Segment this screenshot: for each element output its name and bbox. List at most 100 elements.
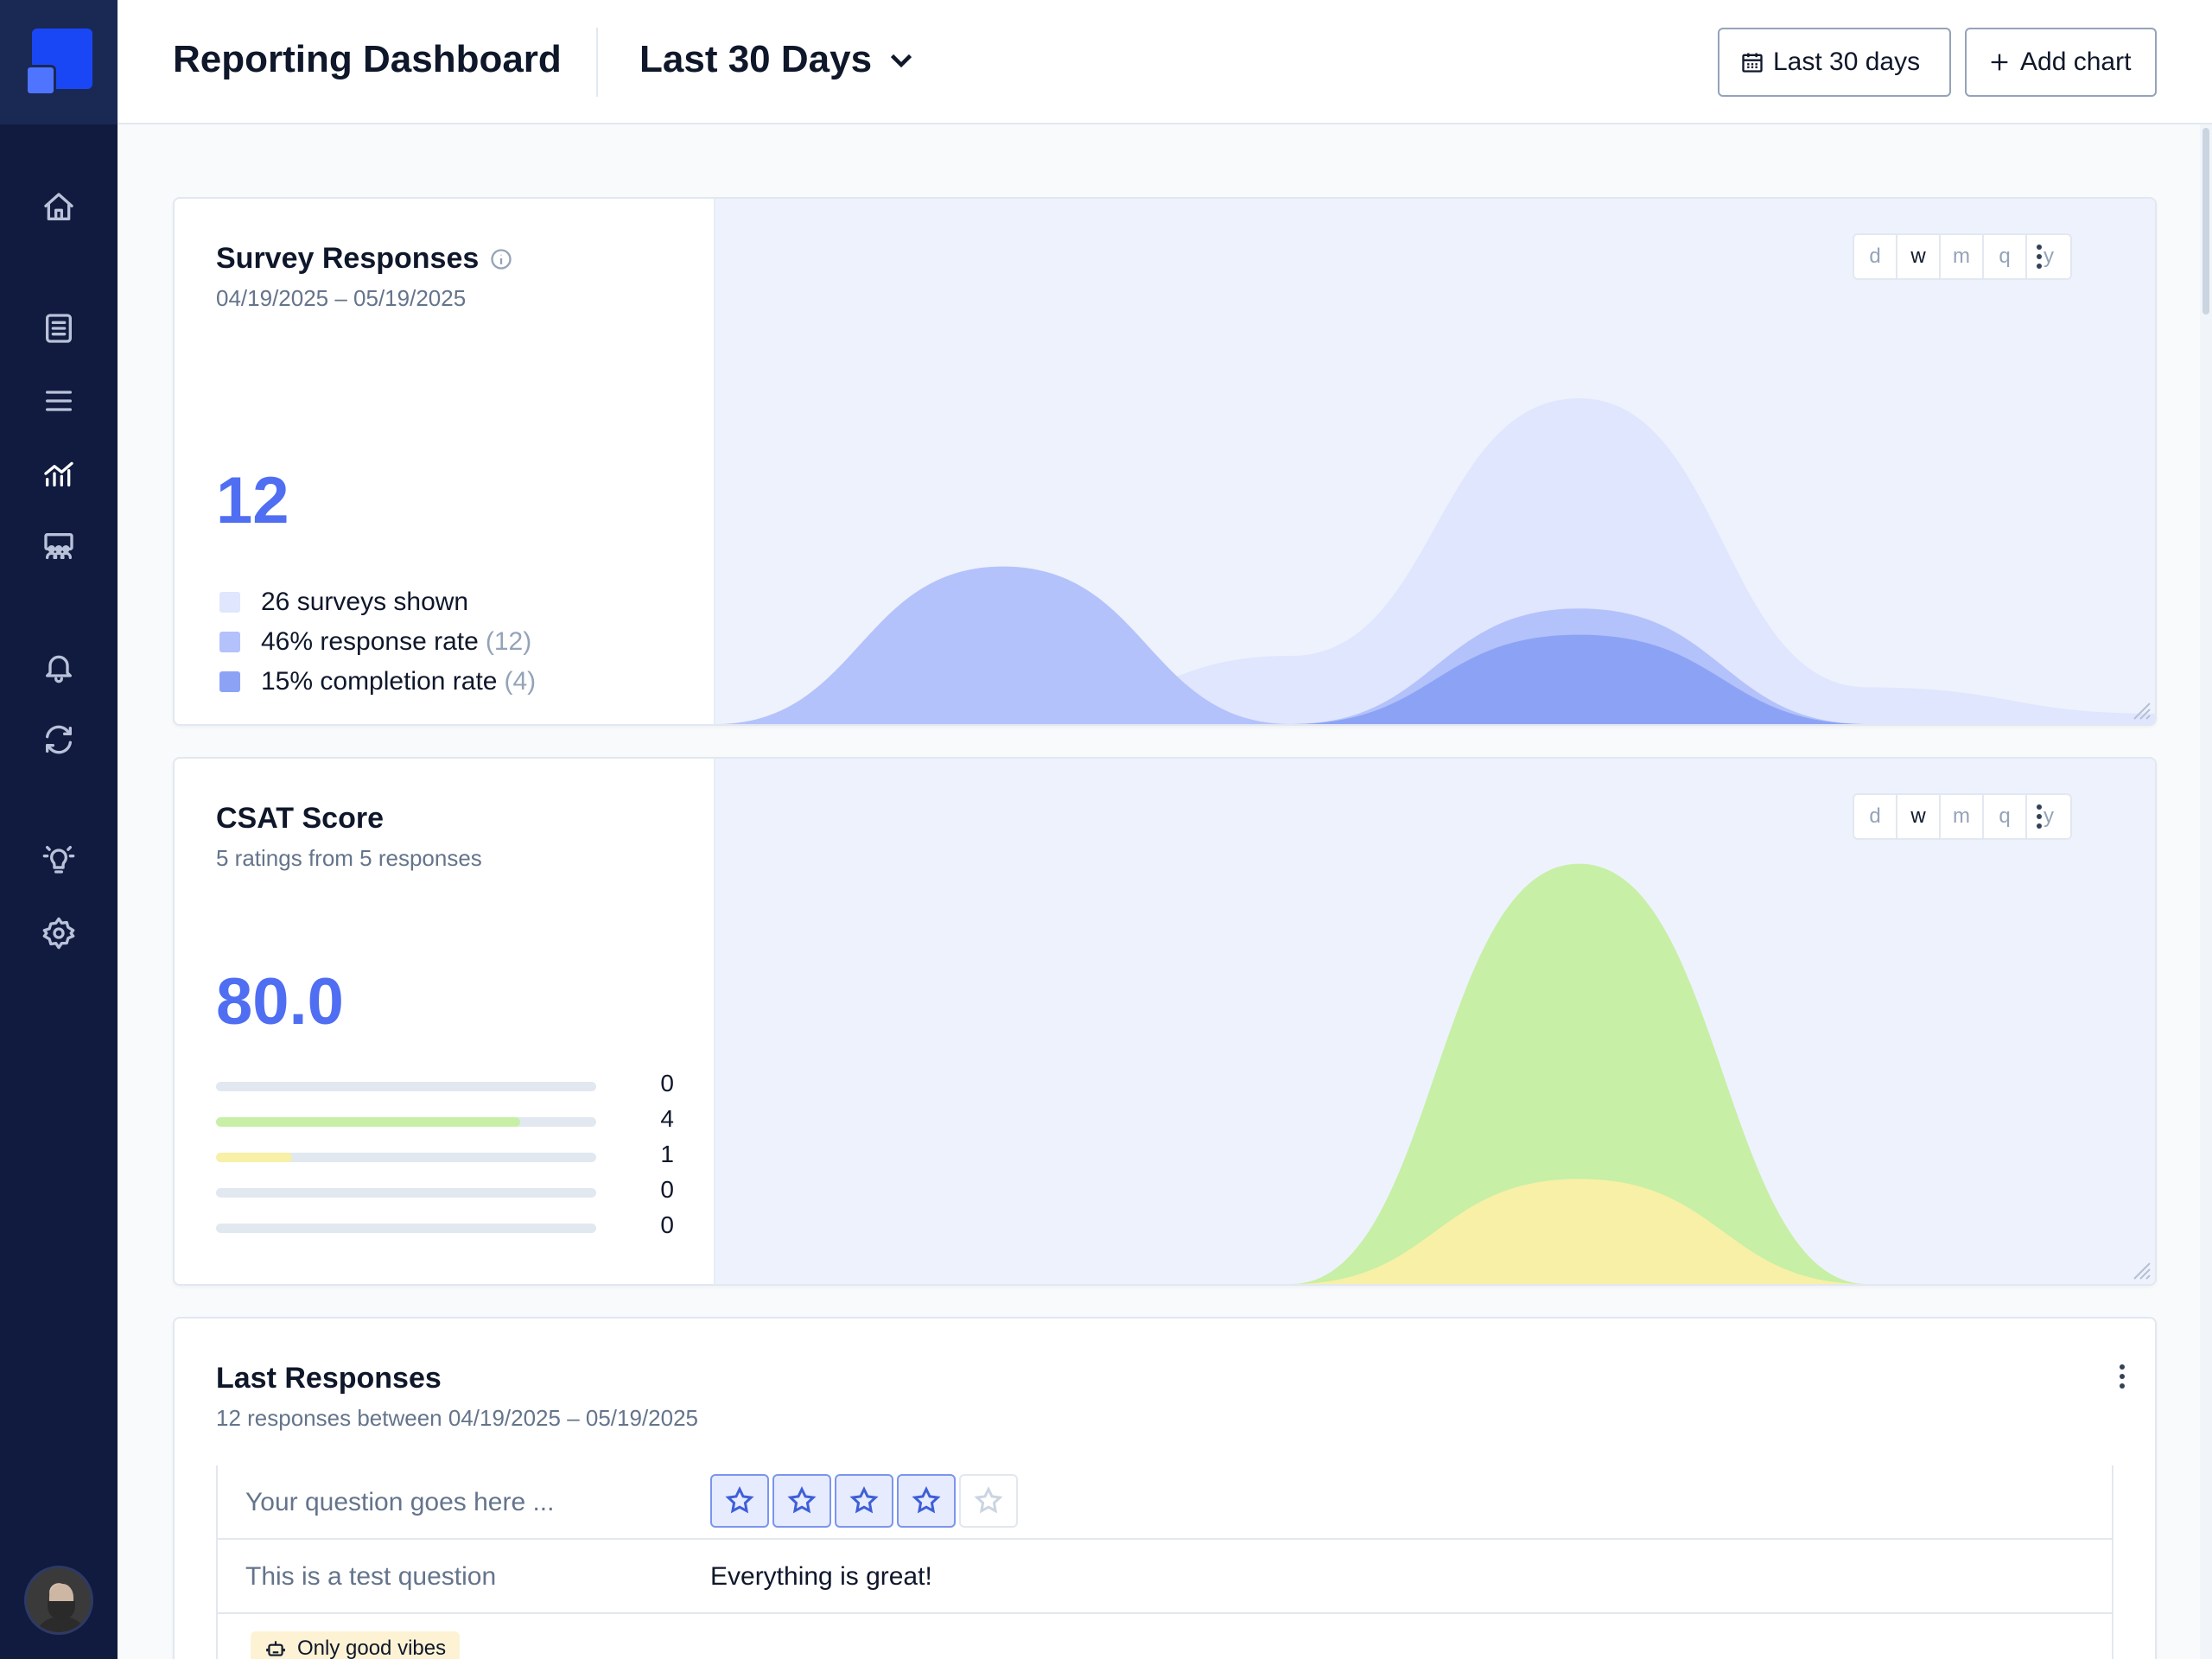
settings-icon[interactable] (38, 912, 79, 954)
date-range: 04/19/2025 – 05/19/2025 (216, 285, 467, 311)
rating-bar (216, 1082, 596, 1091)
legend-swatch (219, 592, 240, 613)
resize-handle-icon[interactable] (2129, 1258, 2152, 1281)
response-row[interactable]: Your question goes here ... (218, 1465, 2112, 1540)
card-title: Survey Responses (216, 242, 513, 276)
rating-count: 0 (660, 1211, 674, 1238)
star-icon (772, 1474, 831, 1528)
interval-m[interactable]: m (1941, 235, 1984, 278)
survey-chart: d w m q y (715, 199, 2155, 724)
page-scrollbar[interactable] (2200, 124, 2212, 1659)
legend-label: 46% response rate (261, 627, 479, 656)
interval-d[interactable]: d (1854, 235, 1897, 278)
period-dropdown[interactable]: Last 30 Days (639, 38, 917, 81)
star-icon (835, 1474, 893, 1528)
responses-table: Your question goes here ... This is a te… (216, 1465, 2113, 1659)
rating-row: 0 (216, 1176, 674, 1211)
response-answer: Everything is great! (710, 1562, 932, 1591)
survey-responses-card: Survey Responses 04/19/2025 – 05/19/2025… (173, 197, 2157, 726)
rating-count: 0 (660, 1070, 674, 1096)
tag-label: Only good vibes (297, 1637, 447, 1659)
survey-response-count: 12 (216, 464, 289, 537)
card-title: CSAT Score (216, 802, 384, 836)
star-icon (710, 1474, 769, 1528)
csat-summary: CSAT Score 5 ratings from 5 responses 80… (175, 759, 715, 1284)
sync-icon[interactable] (38, 719, 79, 760)
audience-icon[interactable] (38, 525, 79, 567)
response-row[interactable]: This is a test question Everything is gr… (218, 1540, 2112, 1614)
star-icon (959, 1474, 1018, 1528)
csat-card: CSAT Score 5 ratings from 5 responses 80… (173, 757, 2157, 1286)
responses-title: Last Responses (216, 1362, 442, 1395)
menu-icon[interactable] (38, 380, 79, 422)
rating-bar (216, 1153, 596, 1162)
rating-bar-fill (216, 1153, 292, 1162)
rating-row: 4 (216, 1105, 674, 1141)
bell-icon[interactable] (38, 646, 79, 688)
csat-title: CSAT Score (216, 802, 384, 835)
rating-row: 1 (216, 1141, 674, 1176)
legend-label: 15% completion rate (261, 667, 498, 696)
last-responses-card: Last Responses 12 responses between 04/1… (173, 1317, 2157, 1659)
rating-count: 4 (660, 1105, 674, 1132)
response-tag[interactable]: Only good vibes (251, 1631, 461, 1659)
more-options-icon[interactable] (2022, 795, 2056, 838)
legend-count: (12) (485, 627, 532, 656)
user-avatar[interactable] (24, 1566, 93, 1635)
title-divider (596, 28, 598, 97)
plus-icon (1991, 54, 2008, 71)
date-range-label: Last 30 days (1773, 48, 1921, 76)
top-bar: Reporting Dashboard Last 30 Days Last 30… (118, 0, 2212, 124)
chevron-down-icon (890, 54, 912, 68)
survey-summary: Survey Responses 04/19/2025 – 05/19/2025… (175, 199, 715, 724)
date-range-button[interactable]: Last 30 days (1718, 28, 1951, 97)
page-title: Reporting Dashboard (173, 38, 562, 80)
interval-w[interactable]: w (1897, 795, 1941, 838)
add-chart-button[interactable]: Add chart (1965, 28, 2157, 97)
csat-subtitle: 5 ratings from 5 responses (216, 845, 482, 871)
interval-q[interactable]: q (1984, 795, 2027, 838)
surveys-icon[interactable] (38, 308, 79, 349)
interval-w[interactable]: w (1897, 235, 1941, 278)
analytics-icon[interactable] (38, 453, 79, 494)
rating-bar (216, 1188, 596, 1198)
legend-swatch (219, 632, 240, 652)
rating-row: 0 (216, 1211, 674, 1247)
home-icon[interactable] (38, 187, 79, 228)
legend-item: 26 surveys shown (219, 582, 536, 622)
legend-item: 46% response rate (12) (219, 622, 536, 662)
area-series-0 (715, 863, 2155, 1284)
interval-q[interactable]: q (1984, 235, 2027, 278)
sidebar (0, 0, 118, 1659)
add-chart-label: Add chart (2020, 48, 2132, 76)
brand-logo-icon (25, 29, 92, 96)
responses-subtitle: 12 responses between 04/19/2025 – 05/19/… (216, 1405, 699, 1431)
logo[interactable] (0, 0, 118, 124)
response-tags-row: Only good vibes (218, 1614, 2112, 1659)
more-options-icon[interactable] (2022, 235, 2056, 278)
robot-icon (266, 1641, 285, 1656)
rating-count: 0 (660, 1176, 674, 1203)
legend: 26 surveys shown 46% response rate (12) 1… (219, 582, 536, 702)
response-question: This is a test question (245, 1562, 497, 1591)
lightbulb-icon[interactable] (38, 838, 79, 880)
legend-item: 15% completion rate (4) (219, 662, 536, 702)
resize-handle-icon[interactable] (2129, 698, 2152, 721)
info-icon[interactable] (489, 247, 513, 271)
survey-title: Survey Responses (216, 242, 480, 275)
star-icon (897, 1474, 956, 1528)
rating-count: 1 (660, 1141, 674, 1167)
card-title: Last Responses (216, 1362, 442, 1395)
rating-distribution: 0 4 1 0 0 (216, 1070, 674, 1247)
more-options-icon[interactable] (2105, 1355, 2139, 1398)
response-question: Your question goes here ... (245, 1488, 555, 1516)
rating-bar-fill (216, 1117, 520, 1127)
legend-swatch (219, 671, 240, 692)
interval-m[interactable]: m (1941, 795, 1984, 838)
csat-score: 80.0 (216, 965, 344, 1039)
legend-count: (4) (504, 667, 537, 696)
rating-bar (216, 1224, 596, 1233)
legend-label: 26 surveys shown (261, 588, 469, 616)
interval-d[interactable]: d (1854, 795, 1897, 838)
calendar-icon (1742, 53, 1763, 73)
